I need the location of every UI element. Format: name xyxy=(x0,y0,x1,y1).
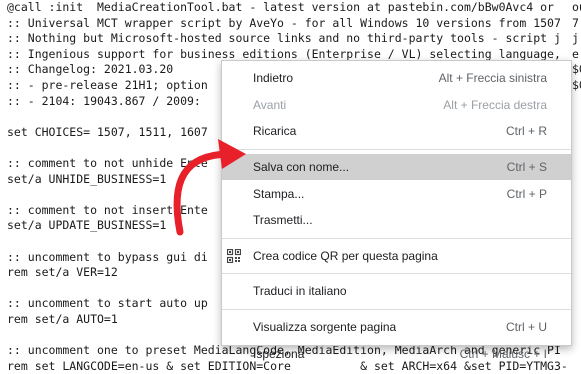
menu-separator xyxy=(222,273,571,275)
menu-item-label: Ricarica xyxy=(253,124,297,139)
menu-item-shortcut: Alt + Freccia sinistra xyxy=(438,71,547,86)
menu-item-reload[interactable]: Ricarica Ctrl + R xyxy=(222,118,571,145)
menu-item-print[interactable]: Stampa... Ctrl + P xyxy=(222,180,571,207)
menu-item-translate[interactable]: Traduci in italiano xyxy=(222,278,571,305)
menu-item-save-as[interactable]: Salva con nome... Ctrl + S xyxy=(222,153,571,181)
menu-item-create-qr[interactable]: Crea codice QR per questa pagina xyxy=(222,243,571,270)
code-line-fragment: $0 xyxy=(572,62,581,77)
code-line-fragment: $0 xyxy=(572,78,581,92)
menu-item-shortcut: Ctrl + P xyxy=(506,186,547,201)
menu-item-label: Avanti xyxy=(253,97,287,112)
menu-item-label: Trasmetti... xyxy=(253,213,313,228)
menu-item-label: Stampa... xyxy=(253,186,305,201)
qr-code-icon xyxy=(227,248,241,263)
menu-item-label: Salva con nome... xyxy=(253,160,350,175)
menu-item-view-source[interactable]: Visualizza sorgente pagina Ctrl + U xyxy=(222,314,571,341)
menu-item-shortcut: Ctrl + U xyxy=(505,320,547,335)
menu-item-back[interactable]: Indietro Alt + Freccia sinistra xyxy=(222,65,571,92)
menu-item-label: Ispeziona xyxy=(253,346,305,361)
menu-item-label: Indietro xyxy=(253,71,294,86)
menu-item-label: Crea codice QR per questa pagina xyxy=(253,248,438,263)
menu-item-label: Traduci in italiano xyxy=(253,284,347,299)
code-line-fragment: j xyxy=(572,31,579,46)
menu-separator xyxy=(222,148,571,150)
menu-item-shortcut: Alt + Freccia destra xyxy=(443,97,547,112)
code-line: :: Nothing but Microsoft-hosted source l… xyxy=(7,31,561,46)
code-line-fragment: e, xyxy=(572,46,581,61)
menu-item-forward[interactable]: Avanti Alt + Freccia destra xyxy=(222,92,571,119)
menu-item-cast[interactable]: Trasmetti... xyxy=(222,207,571,234)
code-line: @call :init MediaCreationTool.bat - late… xyxy=(7,0,554,14)
menu-item-inspect[interactable]: Ispeziona Ctrl + Maiusc + I xyxy=(222,340,571,367)
context-menu: Indietro Alt + Freccia sinistra Avanti A… xyxy=(221,60,572,361)
menu-item-label: Visualizza sorgente pagina xyxy=(253,320,397,335)
code-line-fragment: 7 xyxy=(572,15,579,30)
menu-item-shortcut: Ctrl + Maiusc + I xyxy=(459,346,547,361)
code-line: :: Universal MCT wrapper script by AveYo… xyxy=(7,15,561,30)
code-line-fragment: ou xyxy=(572,0,581,14)
menu-separator xyxy=(222,237,571,239)
menu-separator xyxy=(222,308,571,310)
menu-item-shortcut: Ctrl + S xyxy=(506,160,547,175)
menu-item-shortcut: Ctrl + R xyxy=(505,124,547,139)
